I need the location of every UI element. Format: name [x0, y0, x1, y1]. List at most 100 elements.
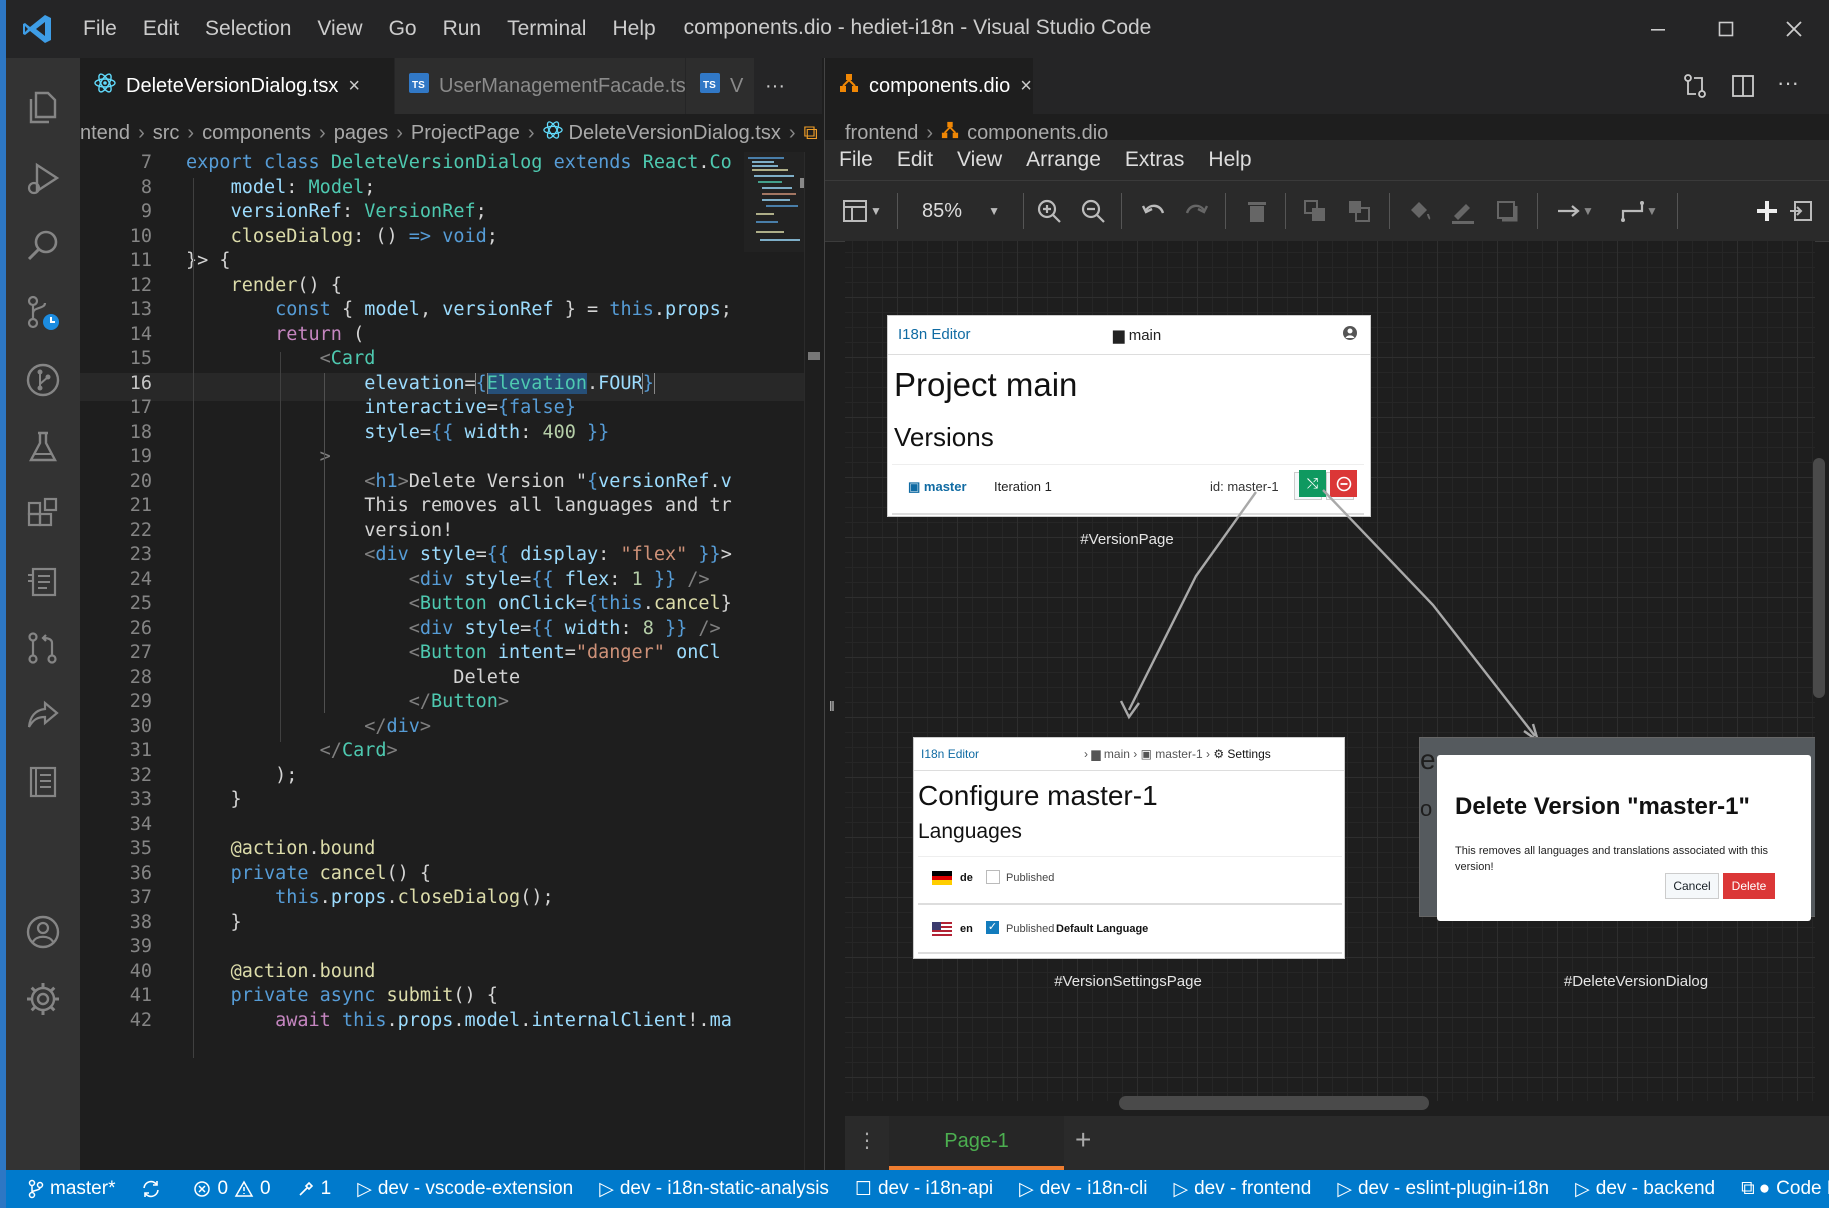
arrow-to-delete-dialog[interactable]: [1322, 489, 1536, 737]
git-graph-button[interactable]: [6, 344, 80, 416]
minimap[interactable]: [744, 152, 804, 252]
task-i18n-api[interactable]: ☐ dev - i18n-api: [842, 1178, 1006, 1201]
timeline-button[interactable]: [6, 746, 80, 818]
task-backend[interactable]: ▷ dev - backend: [1562, 1178, 1728, 1201]
fill-color-button[interactable]: [1401, 193, 1437, 229]
menu-edit[interactable]: Edit: [130, 17, 192, 41]
task-i18n-cli[interactable]: ▷ dev - i18n-cli: [1006, 1178, 1160, 1201]
drawio-menu-file[interactable]: File: [825, 148, 885, 172]
to-back-button[interactable]: [1341, 193, 1377, 229]
format-panel-button[interactable]: ▼: [837, 193, 887, 229]
search-button[interactable]: [6, 210, 80, 282]
tab-deleteversiondialog[interactable]: DeleteVersionDialog.tsx ×: [80, 58, 395, 114]
close-tab-icon[interactable]: ×: [348, 75, 360, 98]
close-tab-icon[interactable]: ×: [1020, 75, 1032, 98]
diagram-canvas[interactable]: I18n Editor ▆ main Project main Versions…: [845, 241, 1815, 1101]
tab-components-dio[interactable]: components.dio ×: [825, 58, 1034, 114]
more-actions-button[interactable]: ···: [1777, 70, 1799, 96]
line-color-button[interactable]: [1445, 193, 1481, 229]
drawio-menu-arrange[interactable]: Arrange: [1014, 148, 1113, 172]
branch-indicator[interactable]: master*: [6, 1178, 128, 1200]
menu-selection[interactable]: Selection: [192, 17, 304, 41]
run-debug-button[interactable]: [6, 143, 80, 215]
to-front-button[interactable]: [1297, 193, 1333, 229]
remote-explorer-button[interactable]: [6, 545, 80, 617]
testing-button[interactable]: [6, 411, 80, 483]
source-control-button[interactable]: [6, 277, 80, 349]
task-eslint-plugin-i18n[interactable]: ▷ dev - eslint-plugin-i18n: [1324, 1178, 1562, 1201]
extensions-button[interactable]: [6, 478, 80, 550]
drawio-menu-edit[interactable]: Edit: [885, 148, 945, 172]
menu-terminal[interactable]: Terminal: [494, 17, 599, 41]
drawio-menu-help[interactable]: Help: [1196, 148, 1263, 172]
tab-truncated[interactable]: TS V: [686, 58, 755, 114]
language-row-de[interactable]: de Published: [918, 856, 1342, 905]
undo-button[interactable]: [1135, 193, 1171, 229]
drawio-menu-extras[interactable]: Extras: [1113, 148, 1197, 172]
zoom-select[interactable]: 85% ▼: [911, 193, 1011, 229]
canvas-vertical-scrollbar[interactable]: [1813, 458, 1825, 698]
pull-requests-button[interactable]: [6, 612, 80, 684]
flag-us-icon: [932, 922, 952, 939]
tab-usermanagementfacade[interactable]: TS UserManagementFacade.ts: [395, 58, 686, 114]
waypoints-button[interactable]: ▼: [1611, 193, 1667, 229]
page-tab-1[interactable]: Page-1: [889, 1116, 1064, 1170]
published-checkbox[interactable]: [986, 870, 1000, 884]
flag-de-icon: [932, 871, 952, 888]
breadcrumb-item[interactable]: src: [153, 122, 180, 145]
maximize-button[interactable]: [1692, 0, 1760, 58]
delete-button[interactable]: Delete: [1723, 873, 1775, 899]
breadcrumb-item[interactable]: ntend: [80, 122, 130, 145]
compare-changes-button[interactable]: [1682, 72, 1708, 105]
delete-button[interactable]: [1239, 193, 1275, 229]
zoom-out-button[interactable]: [1075, 193, 1111, 229]
close-window-button[interactable]: [1760, 0, 1828, 58]
accounts-button[interactable]: [6, 896, 80, 968]
problems-indicator[interactable]: 00: [180, 1178, 283, 1200]
menu-help[interactable]: Help: [599, 17, 668, 41]
dialog-body: This removes all languages and translati…: [1455, 845, 1769, 873]
line-number: 17: [129, 397, 152, 418]
breadcrumb-item[interactable]: components: [202, 122, 311, 145]
editor-scrollbar[interactable]: [804, 152, 823, 1170]
menu-file[interactable]: File: [70, 17, 130, 41]
tools-indicator[interactable]: 1: [284, 1178, 345, 1200]
menu-view[interactable]: View: [304, 17, 375, 41]
code-area[interactable]: 7 export class DeleteVersionDialog extend…: [80, 152, 822, 1170]
delete-version-dialog[interactable]: Delete Version "master-1" This removes a…: [1437, 755, 1811, 921]
cancel-button[interactable]: Cancel: [1665, 873, 1719, 899]
published-checkbox[interactable]: ✓: [986, 921, 999, 934]
task-vscode-extension[interactable]: ▷ dev - vscode-extension: [344, 1178, 586, 1201]
collapse-panel-button[interactable]: [1787, 193, 1817, 229]
insert-button[interactable]: [1749, 193, 1785, 229]
arrow-to-settings[interactable]: [1127, 491, 1257, 711]
redo-button[interactable]: [1179, 193, 1215, 229]
manage-button[interactable]: [6, 963, 80, 1035]
minimize-button[interactable]: [1624, 0, 1692, 58]
code-link-indicator[interactable]: ⧉●Code Lin: [1728, 1178, 1829, 1200]
task-frontend[interactable]: ▷ dev - frontend: [1160, 1178, 1324, 1201]
shadow-button[interactable]: [1489, 193, 1525, 229]
right-editor-tabs: components.dio × ···: [825, 58, 1829, 114]
sidebar-collapse-handle[interactable]: ‖: [829, 698, 835, 714]
sync-button[interactable]: [128, 1179, 180, 1199]
zoom-in-button[interactable]: [1031, 193, 1067, 229]
breadcrumb-item[interactable]: DeleteVersionDialog.tsx: [569, 122, 781, 145]
task-i18n-static-analysis[interactable]: ▷ dev - i18n-static-analysis: [586, 1178, 842, 1201]
breadcrumb-item[interactable]: pages: [334, 122, 389, 145]
split-editor-button[interactable]: [1730, 72, 1756, 105]
breadcrumb-item[interactable]: ProjectPage: [411, 122, 520, 145]
version-settings-card[interactable]: I18n Editor › ▆ main › ▣ master-1 › ⚙ Se…: [913, 737, 1345, 959]
connection-style-button[interactable]: ▼: [1547, 193, 1603, 229]
menu-run[interactable]: Run: [430, 17, 495, 41]
drawio-menu-view[interactable]: View: [945, 148, 1014, 172]
canvas-horizontal-scrollbar[interactable]: [1119, 1096, 1429, 1110]
explorer-button[interactable]: [6, 71, 80, 143]
scrollbar-thumb[interactable]: [808, 352, 820, 360]
menu-go[interactable]: Go: [376, 17, 430, 41]
add-page-button[interactable]: +: [1075, 1124, 1091, 1156]
page-menu-button[interactable]: ⋮: [857, 1128, 877, 1153]
language-row-en[interactable]: en ✓ Published Default Language: [918, 910, 1342, 954]
live-share-button[interactable]: [6, 679, 80, 751]
more-actions-button[interactable]: ···: [755, 58, 796, 114]
